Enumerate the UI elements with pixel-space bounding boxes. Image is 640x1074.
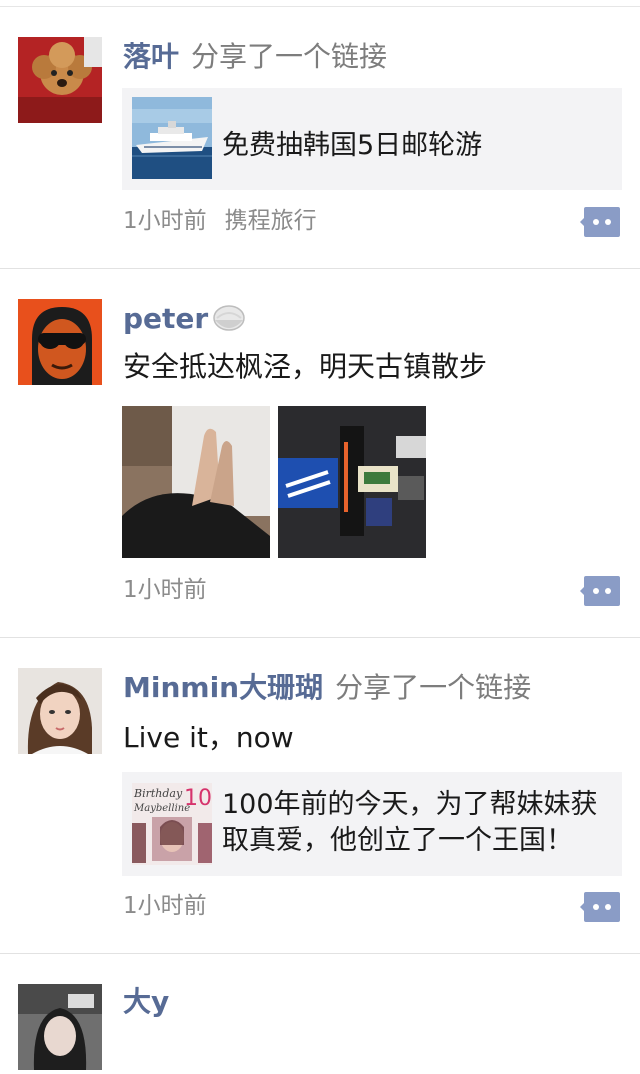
author-name[interactable]: 落叶 <box>123 40 179 73</box>
link-title: 100年前的今天，为了帮妹妹获 取真爱，他创立了一个王国！ <box>222 787 610 859</box>
svg-text:Maybelline: Maybelline <box>133 803 190 814</box>
feet-on-bed-photo-icon <box>122 406 270 558</box>
author-line: 大y <box>123 982 169 1022</box>
cruise-ship-icon <box>132 97 212 179</box>
post-meta: 1小时前 <box>123 575 207 605</box>
comment-button[interactable] <box>580 576 620 606</box>
author-name[interactable]: Minmin大珊瑚 <box>123 671 323 704</box>
link-thumbnail <box>132 97 212 179</box>
avatar[interactable] <box>18 37 102 123</box>
post-time: 1小时前 <box>123 893 207 919</box>
share-action-text: 分享了一个链接 <box>191 40 388 73</box>
link-title-line: 取真爱，他创立了一个王国！ <box>222 825 573 856</box>
feed-post: Minmin大珊瑚 分享了一个链接 Live it，now Birthday 10… <box>0 638 640 954</box>
author-line: 落叶 分享了一个链接 <box>123 37 387 77</box>
sunglasses-man-avatar-icon <box>18 299 102 385</box>
travel-gear-photo-icon <box>278 406 426 558</box>
author-name[interactable]: 大y <box>123 985 169 1018</box>
link-title: 免费抽韩国5日邮轮游 <box>222 130 483 161</box>
post-text: 安全抵达枫泾，明天古镇散步 <box>123 350 488 383</box>
avatar[interactable] <box>18 984 102 1070</box>
post-photo[interactable] <box>278 406 426 558</box>
svg-text:Birthday: Birthday <box>133 787 183 800</box>
woman-portrait-avatar-icon <box>18 984 102 1070</box>
share-action-text: 分享了一个链接 <box>335 671 532 704</box>
moments-feed: 落叶 分享了一个链接 免费抽韩国5日邮轮游 1小时前 携程旅行 peter 安全… <box>0 7 640 1074</box>
magazine-cover-icon: Birthday 10 Maybelline <box>132 783 212 865</box>
comment-button[interactable] <box>580 207 620 237</box>
link-thumbnail: Birthday 10 Maybelline <box>132 783 212 865</box>
feed-post: 大y <box>0 954 640 1074</box>
post-meta: 1小时前 <box>123 891 207 921</box>
avatar[interactable] <box>18 299 102 385</box>
post-photo[interactable] <box>122 406 270 558</box>
post-meta: 1小时前 携程旅行 <box>123 206 317 236</box>
link-title-line: 100年前的今天，为了帮妹妹获 <box>222 789 598 820</box>
shared-link-card[interactable]: 免费抽韩国5日邮轮游 <box>122 88 622 190</box>
shared-link-card[interactable]: Birthday 10 Maybelline 100年前的今天，为了帮妹妹获 取… <box>122 772 622 876</box>
comment-icon <box>580 207 620 237</box>
author-line: Minmin大珊瑚 分享了一个链接 <box>123 668 531 708</box>
comment-button[interactable] <box>580 892 620 922</box>
post-text: Live it，now <box>123 721 294 754</box>
avatar[interactable] <box>18 668 102 754</box>
feed-post: peter 安全抵达枫泾，明天古镇散步 1小时前 <box>0 269 640 638</box>
post-time: 1小时前 <box>123 577 207 603</box>
author-line: peter <box>123 299 246 345</box>
feed-post: 落叶 分享了一个链接 免费抽韩国5日邮轮游 1小时前 携程旅行 <box>0 7 640 269</box>
author-name[interactable]: peter <box>123 302 208 335</box>
post-time: 1小时前 <box>123 208 207 234</box>
young-woman-avatar-icon <box>18 668 102 754</box>
rice-bowl-emoji-icon <box>212 304 246 345</box>
top-divider <box>0 0 640 7</box>
post-source[interactable]: 携程旅行 <box>225 208 317 234</box>
comment-icon <box>580 576 620 606</box>
poodle-avatar-icon <box>18 37 102 123</box>
comment-icon <box>580 892 620 922</box>
